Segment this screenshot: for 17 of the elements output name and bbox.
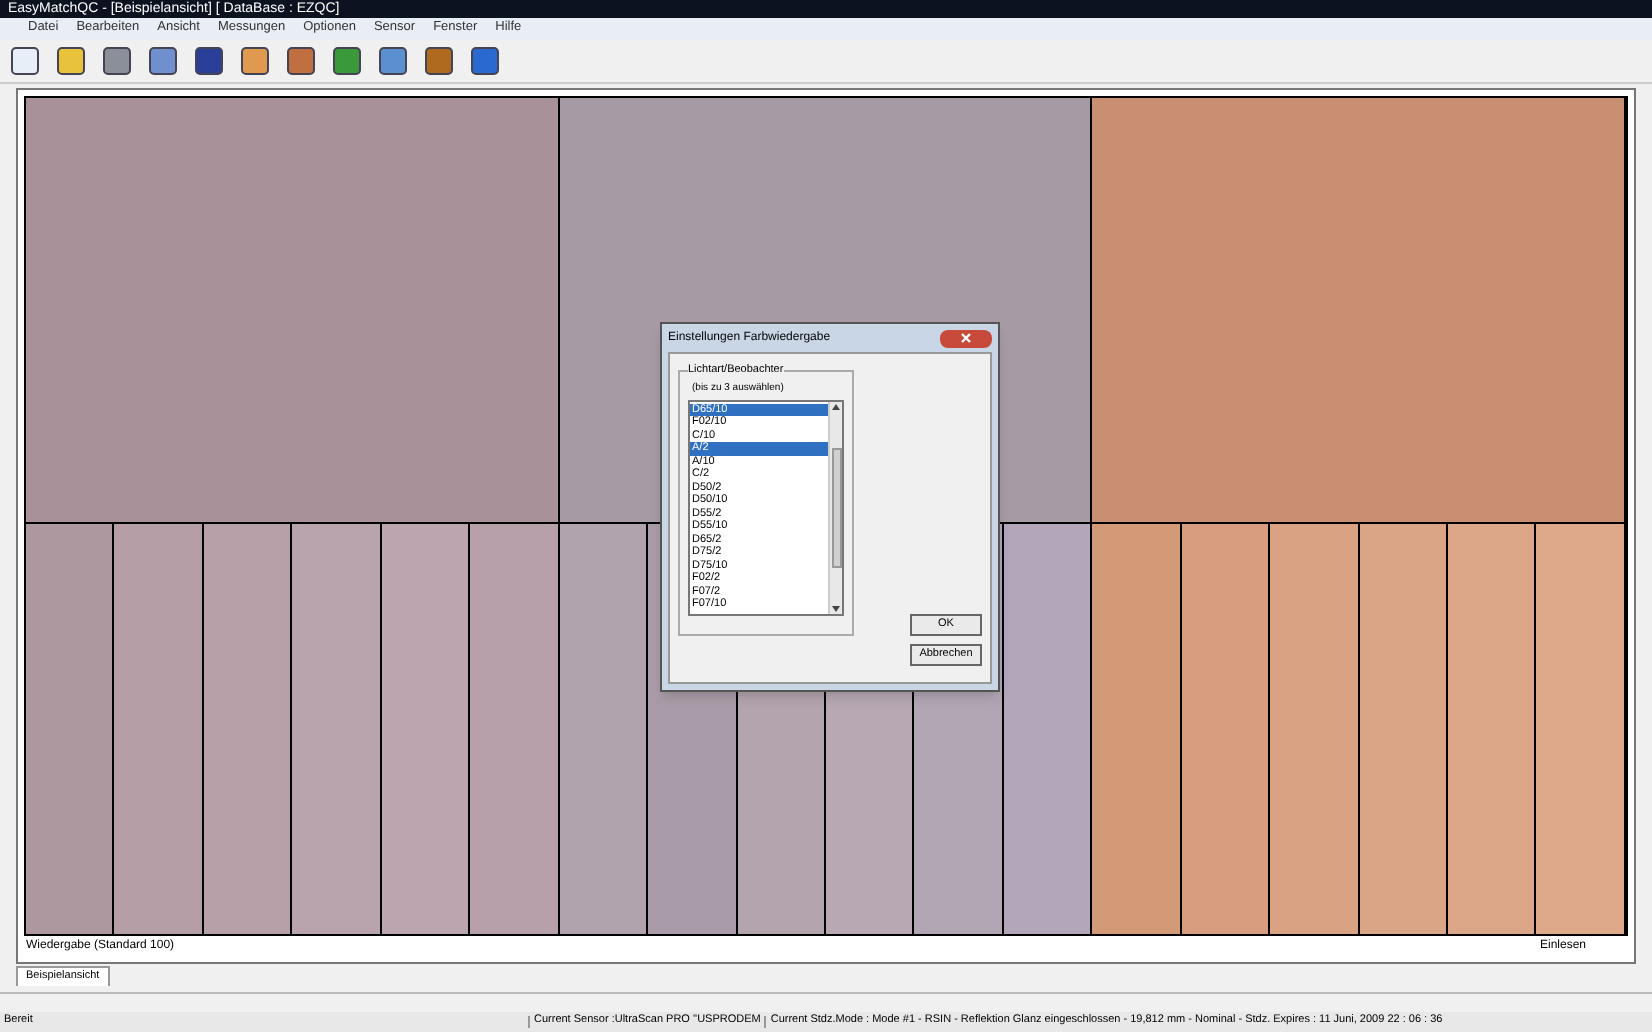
scrollbar[interactable]	[828, 401, 842, 613]
scroll-thumb[interactable]	[831, 447, 841, 567]
close-icon	[960, 332, 972, 344]
toolbar-icon[interactable]	[284, 44, 318, 78]
toolbar-icon[interactable]	[330, 44, 364, 78]
toolbar-icon[interactable]	[422, 44, 456, 78]
toolbar-icon[interactable]	[54, 44, 88, 78]
toolbar-icon[interactable]	[376, 44, 410, 78]
scroll-up-icon[interactable]	[832, 403, 840, 409]
toolbar-icon[interactable]	[192, 44, 226, 78]
toolbar-icon[interactable]	[8, 44, 42, 78]
toolbar-icon[interactable]	[468, 44, 502, 78]
close-button[interactable]	[940, 329, 992, 347]
toolbar-icon[interactable]	[238, 44, 272, 78]
scroll-down-icon[interactable]	[832, 605, 840, 611]
toolbar-icon[interactable]	[146, 44, 180, 78]
toolbar-icon[interactable]	[100, 44, 134, 78]
